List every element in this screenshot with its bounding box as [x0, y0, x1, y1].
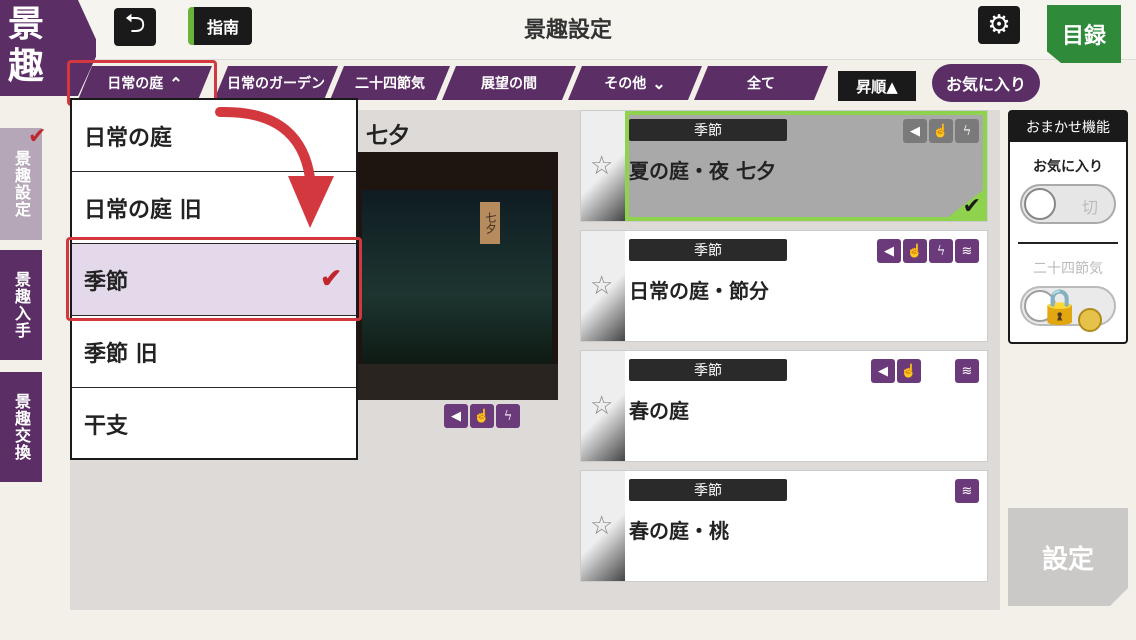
tab-label: その他	[604, 76, 647, 92]
lightning-icon: ϟ	[929, 239, 953, 263]
category-badge: 季節	[629, 479, 787, 501]
waves-icon: ≋	[955, 239, 979, 263]
dropdown-item[interactable]: 季節 旧	[72, 316, 356, 388]
lock-icon: 🔒	[1038, 287, 1082, 327]
lightning-icon: ϟ	[496, 404, 520, 428]
tab-all[interactable]: 全て	[694, 66, 828, 100]
apply-settings-button[interactable]: 設定	[1008, 508, 1128, 606]
category-badge: 季節	[629, 239, 787, 261]
card-name: 日常の庭・節分	[629, 279, 769, 303]
list-item[interactable]: ☆ 季節 夏の庭・夜 七夕 ◀ ☝ ϟ ✔	[580, 110, 988, 222]
favorite-toggle-switch[interactable]: 切	[1020, 184, 1116, 224]
veranda-floor	[356, 364, 558, 400]
coin-icon	[1078, 308, 1102, 332]
feature-icons: ≋	[955, 479, 979, 503]
waves-icon: ≋	[955, 359, 979, 383]
garden-scene	[362, 190, 552, 364]
tab-nijushi-sekki[interactable]: 二十四節気	[330, 66, 450, 100]
card-name: 春の庭	[629, 399, 689, 423]
omakase-favorite-label: お気に入り	[1033, 159, 1103, 175]
sound-icon: ◀	[903, 119, 927, 143]
toggle-knob	[1024, 188, 1056, 220]
check-icon: ✔	[28, 124, 47, 149]
icon-spacer	[923, 359, 953, 383]
touch-icon: ☝	[470, 404, 494, 428]
logo-char-2: 趣	[8, 45, 45, 87]
star-icon: ☆	[590, 151, 614, 181]
divider	[1018, 242, 1118, 244]
favorite-toggle[interactable]: ☆	[581, 471, 625, 581]
favorite-toggle[interactable]: ☆	[581, 351, 625, 461]
tanzaku-tag: 七夕	[480, 202, 500, 244]
star-icon: ☆	[590, 271, 614, 301]
favorite-toggle[interactable]: ☆	[581, 231, 625, 341]
sekki-label: 二十四節気	[1033, 261, 1103, 277]
side-nav-keishu-nyushu[interactable]: 景趣入手	[0, 250, 42, 360]
sort-ascending-button[interactable]: 昇順▲	[838, 71, 916, 101]
list-item[interactable]: ☆ 季節 春の庭 ◀ ☝ ≋	[580, 350, 988, 462]
favorite-toggle[interactable]: ☆	[581, 111, 625, 221]
card-name: 夏の庭・夜 七夕	[629, 159, 776, 183]
waves-icon: ≋	[955, 479, 979, 503]
selected-item-highlight	[66, 237, 362, 321]
touch-icon: ☝	[903, 239, 927, 263]
dropdown-item[interactable]: 干支	[72, 388, 356, 460]
feature-icons: ◀ ☝ ϟ	[903, 119, 979, 143]
star-icon: ☆	[590, 391, 614, 421]
favorites-filter-button[interactable]: お気に入り	[932, 64, 1040, 102]
feature-icons: ◀ ☝ ϟ ≋	[877, 239, 979, 263]
card-name: 春の庭・桃	[629, 519, 729, 543]
sound-icon: ◀	[871, 359, 895, 383]
list-item[interactable]: ☆ 季節 春の庭・桃 ≋	[580, 470, 988, 582]
touch-icon: ☝	[897, 359, 921, 383]
feature-icons: ◀ ☝ ≋	[871, 359, 979, 383]
toggle-state-label: 切	[1081, 198, 1098, 217]
list-item[interactable]: ☆ 季節 日常の庭・節分 ◀ ☝ ϟ ≋	[580, 230, 988, 342]
check-icon: ✔	[962, 194, 981, 219]
tab-sonota[interactable]: その他 ⌄	[568, 66, 702, 100]
category-badge: 季節	[629, 119, 787, 141]
chevron-down-icon: ⌄	[652, 73, 666, 93]
sound-icon: ◀	[444, 404, 468, 428]
settings-button[interactable]: ⚙	[978, 6, 1020, 44]
star-icon: ☆	[590, 511, 614, 541]
side-nav-keishu-koukan[interactable]: 景趣交換	[0, 372, 42, 482]
tab-nichijou-garden[interactable]: 日常のガーデン	[214, 66, 338, 100]
preview-image: 七夕	[356, 152, 558, 400]
omakase-panel: おまかせ機能 お気に入り 切 二十四節気 🔒	[1008, 110, 1128, 344]
touch-icon: ☝	[929, 119, 953, 143]
lightning-icon: ϟ	[955, 119, 979, 143]
curved-arrow-icon	[215, 106, 334, 228]
preview-feature-icons: ◀ ☝ ϟ	[444, 404, 520, 428]
sound-icon: ◀	[877, 239, 901, 263]
category-badge: 季節	[629, 359, 787, 381]
gear-icon: ⚙	[987, 10, 1011, 40]
tab-tenbou-no-ma[interactable]: 展望の間	[442, 66, 576, 100]
omakase-title: おまかせ機能	[1010, 112, 1126, 142]
catalog-button[interactable]: 目録	[1047, 5, 1121, 63]
page-title: 景趣設定	[523, 17, 612, 43]
